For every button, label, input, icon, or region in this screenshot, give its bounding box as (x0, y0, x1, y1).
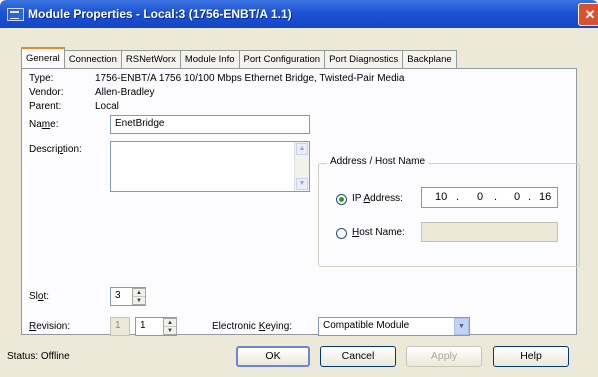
status-text: Status: Offline (7, 351, 70, 362)
scroll-up-arrow-icon[interactable]: ▲ (296, 143, 308, 155)
revision-major-field: 1 (110, 317, 130, 336)
slot-spinner[interactable]: ▲ ▼ (132, 288, 146, 305)
parent-value: Local (95, 101, 119, 112)
description-label: Description: (29, 144, 82, 155)
ip-address-radio[interactable] (336, 194, 347, 205)
general-tab-panel: Type: 1756-ENBT/A 1756 10/100 Mbps Ether… (21, 68, 580, 336)
tab-strip: General Connection RSNetWorx Module Info… (21, 47, 457, 68)
ip-address-label: IP Address: (352, 193, 403, 204)
ip-octet-2: 0 (477, 191, 484, 203)
window-title: Module Properties - Local:3 (1756-ENBT/A… (28, 7, 292, 21)
vendor-value: Allen-Bradley (95, 87, 155, 98)
ip-octet-1: 10 (435, 191, 448, 203)
ok-button[interactable]: OK (236, 346, 310, 367)
ip-dot: . (456, 191, 460, 203)
tab-module-info[interactable]: Module Info (179, 50, 240, 68)
parent-label: Parent: (29, 101, 62, 112)
name-label: Name: (29, 119, 59, 130)
vendor-label: Vendor: (29, 87, 64, 98)
tab-backplane[interactable]: Backplane (402, 50, 457, 68)
module-properties-dialog: General Connection RSNetWorx Module Info… (0, 28, 598, 377)
address-host-group (318, 163, 580, 267)
tab-connection[interactable]: Connection (63, 50, 122, 68)
type-label: Type: (29, 73, 54, 84)
title-bar: Module Properties - Local:3 (1756-ENBT/A… (0, 0, 598, 28)
tab-port-configuration[interactable]: Port Configuration (238, 50, 326, 68)
scroll-down-arrow-icon[interactable]: ▼ (296, 178, 308, 190)
tab-general[interactable]: General (21, 47, 65, 68)
ip-octet-3: 0 (514, 191, 521, 203)
address-host-group-title: Address / Host Name (327, 156, 429, 167)
tab-rsnetworx[interactable]: RSNetWorx (120, 50, 181, 68)
spin-up-icon[interactable]: ▲ (164, 319, 176, 327)
host-name-label: Host Name: (352, 227, 405, 238)
revision-label: Revision: (29, 321, 71, 332)
tab-port-diagnostics[interactable]: Port Diagnostics (324, 50, 404, 68)
ip-dot: . (528, 191, 532, 203)
description-field[interactable]: ▲ ▼ (110, 141, 310, 192)
electronic-keying-label: Electronic Keying: (212, 321, 293, 332)
cancel-button[interactable]: Cancel (320, 346, 396, 367)
chevron-down-icon[interactable]: ▼ (454, 318, 469, 335)
ip-dot: . (494, 191, 498, 203)
apply-button[interactable]: Apply (406, 346, 482, 367)
description-scrollbar[interactable]: ▲ ▼ (294, 142, 309, 191)
help-button[interactable]: Help (493, 346, 569, 367)
slot-label: Slot: (29, 291, 50, 302)
host-name-radio[interactable] (336, 228, 347, 239)
spin-up-icon[interactable]: ▲ (133, 289, 145, 297)
spin-down-icon[interactable]: ▼ (164, 327, 176, 335)
host-name-field[interactable] (421, 222, 558, 242)
name-field[interactable]: EnetBridge (110, 115, 310, 134)
app-window-icon (7, 8, 24, 21)
type-value: 1756-ENBT/A 1756 10/100 Mbps Ethernet Br… (95, 73, 405, 84)
close-button[interactable]: ✕ (578, 3, 598, 26)
ip-address-field[interactable]: 10 . 0 . 0 . 16 (421, 187, 558, 208)
ip-octet-4: 16 (539, 191, 552, 203)
revision-spinner[interactable]: ▲ ▼ (163, 318, 177, 335)
spin-down-icon[interactable]: ▼ (133, 297, 145, 305)
electronic-keying-select[interactable]: Compatible Module (318, 317, 470, 336)
